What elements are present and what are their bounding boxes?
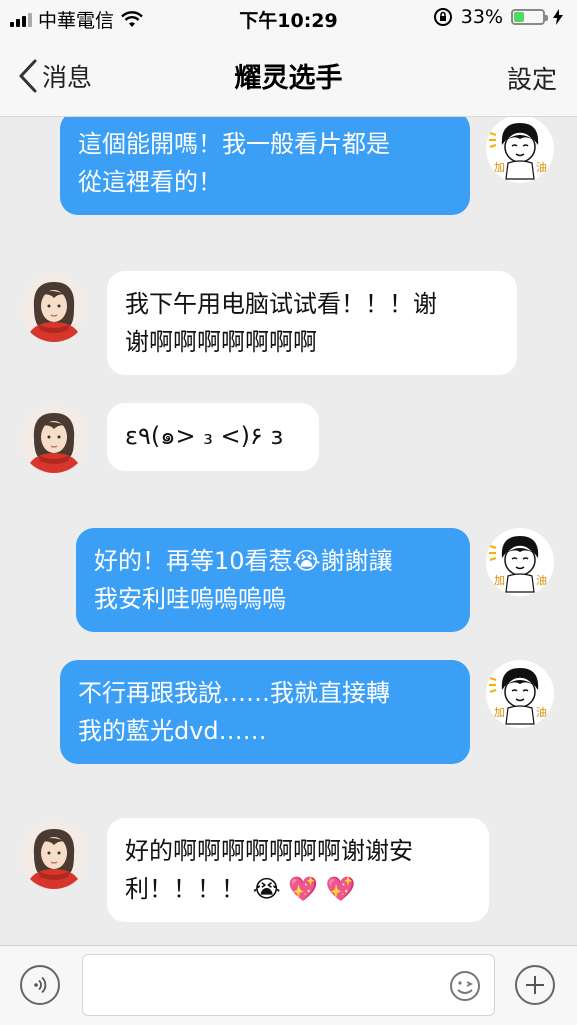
contact-avatar[interactable] — [20, 405, 88, 473]
settings-button[interactable]: 設定 — [507, 60, 557, 96]
cartoon-boy-illustration: 加 油 — [486, 117, 554, 183]
battery-percent: 33% — [460, 6, 503, 28]
message-bubble-incoming[interactable]: 好的啊啊啊啊啊啊啊谢谢安 利！！！！ 😭 💖 💖 — [107, 818, 489, 922]
input-bar — [0, 945, 577, 1025]
plus-icon — [526, 976, 544, 994]
chat-title: 耀灵选手 — [234, 63, 343, 94]
self-avatar[interactable]: 加 油 — [486, 117, 554, 183]
message-input[interactable] — [82, 954, 495, 1016]
message-bubble-outgoing[interactable]: 好的！再等10看惹😭謝謝讓 我安利哇嗚嗚嗚嗚 — [76, 528, 470, 632]
svg-text:油: 油 — [536, 573, 547, 587]
battery-icon — [511, 9, 548, 25]
orientation-lock-icon — [433, 8, 452, 26]
nav-bar: 消息 耀灵选手 設定 — [0, 38, 577, 117]
self-avatar[interactable]: 加 油 — [486, 660, 554, 728]
plus-button[interactable] — [515, 965, 555, 1005]
portrait-illustration — [20, 405, 88, 473]
svg-text:加: 加 — [494, 706, 505, 719]
contact-avatar[interactable] — [20, 821, 88, 889]
status-bar: 中華電信 下午10:29 33% — [0, 0, 577, 38]
message-bubble-outgoing[interactable]: 這個能開嗎！我一般看片都是 從這裡看的！ — [60, 117, 470, 215]
self-avatar[interactable]: 加 油 — [486, 528, 554, 596]
svg-text:加: 加 — [494, 574, 505, 587]
voice-button[interactable] — [20, 965, 60, 1005]
contact-avatar[interactable] — [20, 274, 88, 342]
emoji-icon[interactable] — [448, 969, 482, 1003]
svg-text:油: 油 — [536, 160, 547, 174]
message-list[interactable]: 這個能開嗎！我一般看片都是 從這裡看的！ 加 油 我下午用电脑试试看！！！谢 谢… — [0, 117, 577, 945]
charging-icon — [553, 9, 563, 25]
message-bubble-outgoing[interactable]: 不行再跟我說……我就直接轉 我的藍光dvd…… — [60, 660, 470, 764]
message-bubble-incoming[interactable]: ε٩(๑> ₃ <)۶ з — [107, 403, 319, 471]
portrait-illustration — [20, 821, 88, 889]
svg-text:油: 油 — [536, 705, 547, 719]
portrait-illustration — [20, 274, 88, 342]
voice-icon — [34, 976, 47, 994]
message-bubble-incoming[interactable]: 我下午用电脑试试看！！！谢 谢啊啊啊啊啊啊啊 — [107, 271, 517, 375]
cartoon-boy-illustration: 加 油 — [486, 660, 554, 728]
svg-text:加: 加 — [494, 161, 505, 174]
status-right: 33% — [433, 6, 563, 28]
cartoon-boy-illustration: 加 油 — [486, 528, 554, 596]
